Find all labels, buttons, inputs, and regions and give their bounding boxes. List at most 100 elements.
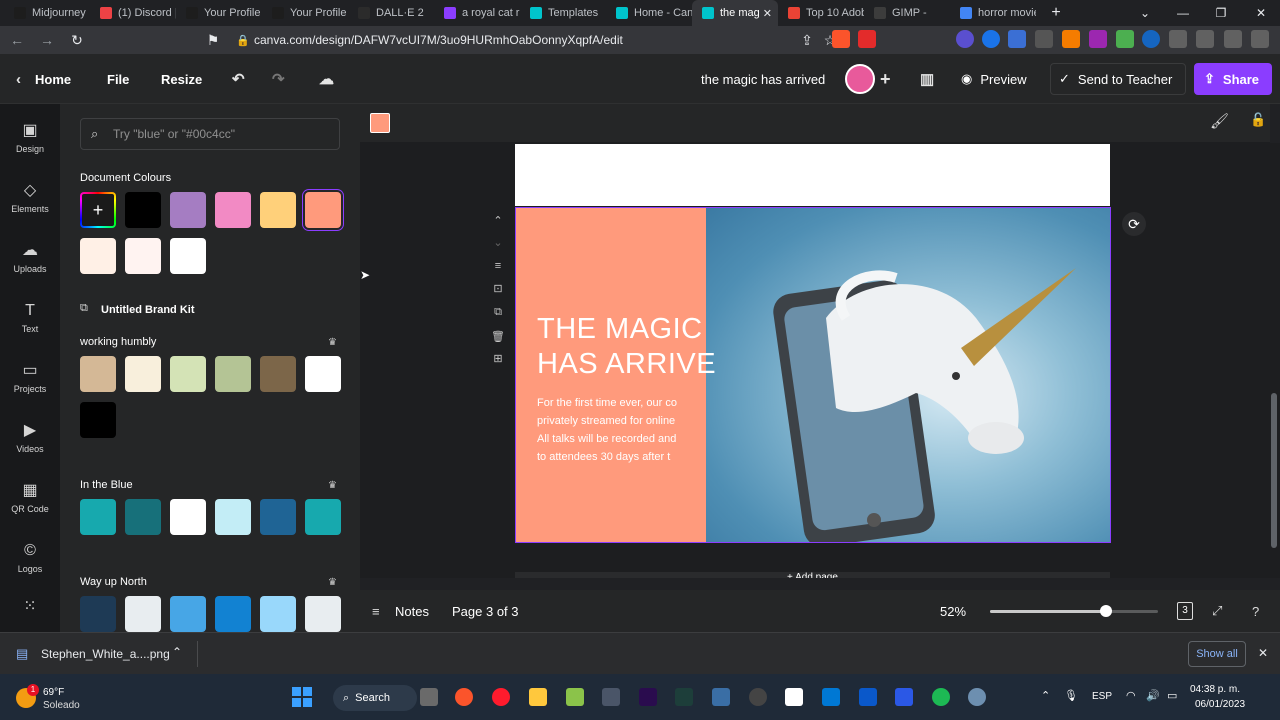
app-icon-gray[interactable] [602, 688, 620, 706]
spotify-icon[interactable] [932, 688, 950, 706]
background-color-swatch[interactable] [370, 113, 390, 133]
delete-page-icon[interactable]: 🗑 [490, 330, 506, 343]
sidebar-icon[interactable] [1196, 30, 1214, 48]
maximize-icon[interactable]: ❐ [1202, 0, 1240, 26]
color-swatch[interactable] [215, 596, 251, 632]
clock-date[interactable]: 06/01/2023 [1195, 699, 1245, 710]
browser-tab[interactable]: horror movie [950, 0, 1036, 26]
forward-icon[interactable]: → [34, 27, 60, 53]
color-swatch[interactable] [170, 356, 206, 392]
volume-icon[interactable]: 🔊 [1146, 689, 1160, 702]
opera-taskbar-icon[interactable] [492, 688, 510, 706]
app-icon-green[interactable] [566, 688, 584, 706]
color-swatch[interactable] [80, 499, 116, 535]
color-swatch[interactable] [125, 499, 161, 535]
color-swatch[interactable] [260, 499, 296, 535]
crown-icon[interactable]: ♛ [328, 480, 337, 491]
battery-icon[interactable]: ▭ [1167, 689, 1177, 702]
nav-item-uploads[interactable]: ☁ Uploads [0, 232, 60, 284]
nav-item-projects[interactable]: ▭ Projects [0, 352, 60, 404]
download-options-chevron-icon[interactable]: ⌃ [172, 645, 182, 659]
fullscreen-icon[interactable]: ⤢ [1212, 603, 1222, 619]
current-page[interactable]: THE MAGIC HAS ARRIVE For the first time … [515, 207, 1111, 543]
wifi-icon[interactable]: ◠ [1126, 689, 1136, 702]
app-icon-store[interactable] [822, 688, 840, 706]
language-indicator[interactable]: ESP [1092, 691, 1112, 702]
color-swatch[interactable] [170, 238, 206, 274]
browser-tab[interactable]: Top 10 Adob [778, 0, 864, 26]
zoom-slider[interactable] [990, 605, 1158, 617]
duplicate-page-icon[interactable]: ⧉ [490, 306, 506, 319]
notes-page-icon[interactable]: ≡ [490, 260, 506, 272]
extension-icon-5[interactable] [1062, 30, 1080, 48]
show-all-button[interactable]: Show all [1188, 641, 1246, 667]
page-indicator[interactable]: Page 3 of 3 [452, 604, 519, 619]
scrollbar-thumb[interactable] [1271, 393, 1277, 548]
add-collaborator-icon[interactable]: + [880, 54, 891, 104]
color-swatch[interactable] [305, 192, 341, 228]
cloud-save-icon[interactable]: ☁ [319, 54, 334, 104]
nav-item-qr-code[interactable]: ▦ QR Code [0, 472, 60, 524]
color-swatch[interactable] [125, 238, 161, 274]
color-swatch[interactable] [170, 192, 206, 228]
settings-gear-icon[interactable] [968, 688, 986, 706]
new-tab-button[interactable]: + [1044, 4, 1068, 22]
close-tab-icon[interactable]: ✕ [763, 7, 772, 20]
body-text[interactable]: For the first time ever, our co privately… [537, 394, 712, 466]
color-swatch[interactable] [80, 596, 116, 632]
minimize-icon[interactable]: — [1164, 0, 1202, 26]
brave-rewards-icon[interactable] [858, 30, 876, 48]
weather-temp[interactable]: 69°F [43, 687, 64, 698]
add-color-button[interactable]: + [80, 192, 116, 228]
crown-icon[interactable]: ♛ [328, 337, 337, 348]
color-swatch[interactable] [170, 596, 206, 632]
premiere-icon[interactable] [639, 688, 657, 706]
extension-icon-2[interactable] [982, 30, 1000, 48]
unicorn-phone-image[interactable] [706, 208, 1110, 542]
app-icon-white[interactable] [785, 688, 803, 706]
color-search-input[interactable]: ⌕ Try "blue" or "#00c4cc" [80, 118, 340, 150]
app-icon-teal[interactable] [675, 688, 693, 706]
color-swatch[interactable] [170, 499, 206, 535]
close-download-bar-icon[interactable]: ✕ [1258, 646, 1268, 660]
redo-icon[interactable]: ↷ [272, 54, 285, 104]
extension-icon-1[interactable] [956, 30, 974, 48]
resize-button[interactable]: Resize [161, 54, 202, 104]
crown-icon[interactable]: ♛ [328, 577, 337, 588]
wallet-icon[interactable] [1224, 30, 1242, 48]
close-window-icon[interactable]: ✕ [1242, 0, 1280, 26]
browser-tab[interactable]: Your Profile [262, 0, 348, 26]
color-swatch[interactable] [305, 596, 341, 632]
color-swatch[interactable] [260, 192, 296, 228]
app-icon-blue[interactable] [712, 688, 730, 706]
lock-icon[interactable]: 🔓 [1250, 112, 1266, 128]
color-swatch[interactable] [80, 356, 116, 392]
nav-item-design[interactable]: ▣ Design [0, 112, 60, 164]
url-field[interactable]: 🔒 canva.com/design/DAFW7vcUI7M/3uo9HURmh… [228, 28, 818, 52]
notes-button[interactable]: Notes [395, 604, 429, 619]
clock-time[interactable]: 04:38 p. m. [1190, 684, 1240, 695]
rotate-refresh-icon[interactable]: ⟳ [1122, 212, 1146, 236]
browser-tab[interactable]: (1) Discord | [90, 0, 176, 26]
color-swatch[interactable] [215, 499, 251, 535]
extension-icon-8[interactable] [1142, 30, 1160, 48]
canvas-scrollbar[interactable] [1268, 143, 1280, 578]
nav-item-logos[interactable]: © Logos [0, 532, 60, 584]
color-swatch[interactable] [215, 356, 251, 392]
color-swatch[interactable] [125, 356, 161, 392]
browser-tab[interactable]: the magi ✕ [692, 0, 778, 26]
browser-tab[interactable]: Home - Canv [606, 0, 692, 26]
tab-search-icon[interactable]: ⌄ [1126, 0, 1164, 26]
color-swatch[interactable] [125, 596, 161, 632]
extension-icon-3[interactable] [1008, 30, 1026, 48]
zoom-value[interactable]: 52% [940, 604, 966, 619]
bookmark-icon[interactable]: ⚑ [200, 27, 226, 53]
avatar[interactable] [845, 64, 875, 94]
app-icon-calendar[interactable] [859, 688, 877, 706]
preview-button[interactable]: ◉ Preview [951, 63, 1041, 95]
browser-tab[interactable]: Midjourney [4, 0, 90, 26]
download-filename[interactable]: Stephen_White_a....png [41, 647, 170, 661]
vscode-icon[interactable] [895, 688, 913, 706]
document-title[interactable]: the magic has arrived [701, 54, 825, 104]
file-explorer-icon[interactable] [529, 688, 547, 706]
